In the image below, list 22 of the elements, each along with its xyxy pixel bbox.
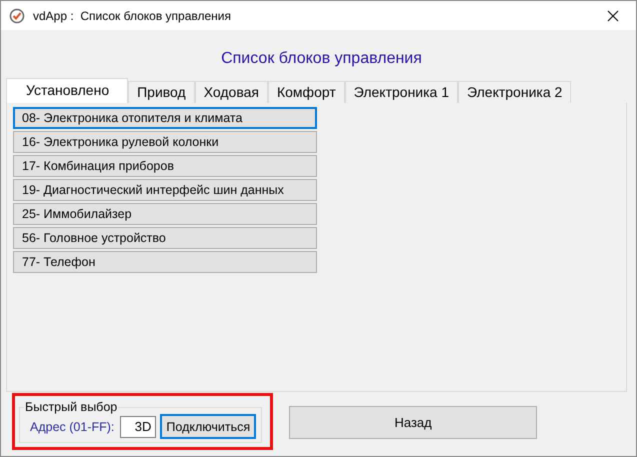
tab[interactable]: Ходовая — [194, 81, 268, 103]
app-icon — [9, 8, 25, 24]
close-icon[interactable] — [607, 10, 619, 22]
group-title: Быстрый выбор — [24, 400, 118, 414]
connect-button[interactable]: Подключиться — [160, 414, 256, 439]
module-item[interactable]: 25- Иммобилайзер — [13, 203, 317, 225]
module-item[interactable]: 19- Диагностический интерфейс шин данных — [13, 179, 317, 201]
module-item[interactable]: 17- Комбинация приборов — [13, 155, 317, 177]
tab[interactable]: Электроника 2 — [458, 81, 572, 103]
tab[interactable]: Комфорт — [268, 81, 345, 103]
address-field[interactable]: 3D — [120, 416, 156, 438]
back-button[interactable]: Назад — [289, 406, 538, 439]
tab[interactable]: Привод — [128, 81, 195, 103]
tab[interactable]: Установлено — [6, 78, 128, 103]
address-label: Адрес (01-FF): — [30, 420, 114, 434]
window-title: vdApp : Список блоков управления — [33, 8, 232, 22]
module-item[interactable]: 77- Телефон — [13, 251, 317, 273]
module-item[interactable]: 56- Головное устройство — [13, 227, 317, 249]
dialog-heading: Список блоков управления — [220, 50, 423, 68]
module-item[interactable]: 16- Электроника рулевой колонки — [13, 131, 317, 153]
module-item[interactable]: 08- Электроника отопителя и климата — [13, 107, 317, 129]
tab[interactable]: Электроника 1 — [344, 81, 458, 103]
